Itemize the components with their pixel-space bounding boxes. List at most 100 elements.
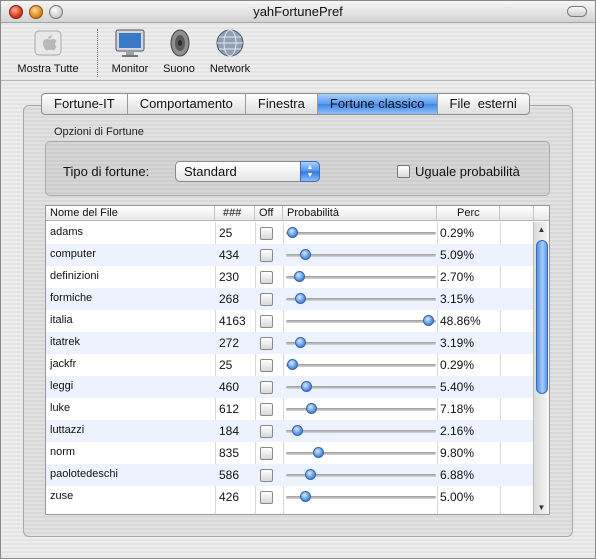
toolbar-show-all-button[interactable]: Mostra Tutte bbox=[9, 27, 87, 75]
probability-slider[interactable] bbox=[286, 358, 436, 372]
slider-knob[interactable] bbox=[294, 293, 306, 304]
file-count: 835 bbox=[219, 446, 240, 460]
table-row[interactable]: zuse 426 5.00% bbox=[46, 486, 534, 508]
off-checkbox[interactable] bbox=[260, 315, 273, 328]
table-row[interactable]: definizioni 230 2.70% bbox=[46, 266, 534, 288]
slider-knob[interactable] bbox=[286, 359, 298, 370]
table-row[interactable]: jackfr 25 0.29% bbox=[46, 354, 534, 376]
tab-fortune-classico[interactable]: Fortune classico bbox=[317, 94, 438, 114]
scroll-down-arrow-icon[interactable]: ▼ bbox=[534, 502, 549, 514]
off-checkbox[interactable] bbox=[260, 359, 273, 372]
slider-knob[interactable] bbox=[422, 315, 434, 326]
fortune-type-label: Tipo di fortune: bbox=[63, 164, 150, 179]
off-checkbox[interactable] bbox=[260, 447, 273, 460]
column-header-name[interactable]: Nome del File bbox=[46, 206, 215, 221]
off-checkbox[interactable] bbox=[260, 271, 273, 284]
probability-slider[interactable] bbox=[286, 336, 436, 350]
probability-slider[interactable] bbox=[286, 226, 436, 240]
off-checkbox[interactable] bbox=[260, 249, 273, 262]
checkbox-box[interactable] bbox=[397, 165, 410, 178]
off-checkbox[interactable] bbox=[260, 491, 273, 504]
toolbar-network-button[interactable]: Network bbox=[205, 27, 255, 75]
slider-knob[interactable] bbox=[286, 227, 298, 238]
file-percent: 3.15% bbox=[440, 292, 475, 306]
apple-icon bbox=[32, 27, 64, 59]
slider-knob[interactable] bbox=[313, 447, 325, 458]
file-name: definizioni bbox=[50, 270, 99, 282]
off-checkbox[interactable] bbox=[260, 337, 273, 350]
slider-knob[interactable] bbox=[300, 491, 311, 502]
vertical-scrollbar[interactable]: ▲ ▼ bbox=[533, 222, 549, 514]
tab-fortune-it[interactable]: Fortune-IT bbox=[42, 94, 128, 114]
slider-knob[interactable] bbox=[305, 469, 317, 480]
file-count: 586 bbox=[219, 468, 240, 482]
file-name: luke bbox=[50, 402, 71, 414]
off-checkbox[interactable] bbox=[260, 381, 273, 394]
probability-slider[interactable] bbox=[286, 248, 436, 262]
file-count: 460 bbox=[219, 380, 240, 394]
zoom-window-button[interactable] bbox=[49, 5, 63, 19]
slider-track bbox=[286, 452, 436, 455]
toolbar-toggle-button[interactable] bbox=[567, 6, 587, 17]
toolbar-sound-button[interactable]: Suono bbox=[157, 27, 201, 75]
minimize-window-button[interactable] bbox=[29, 5, 43, 19]
column-header-off[interactable]: Off bbox=[255, 206, 283, 221]
slider-track bbox=[286, 364, 436, 367]
slider-knob[interactable] bbox=[292, 425, 304, 436]
off-checkbox[interactable] bbox=[260, 227, 273, 240]
probability-slider[interactable] bbox=[286, 424, 436, 438]
column-header-probability[interactable]: Probabilità bbox=[283, 206, 437, 221]
tab-finestra[interactable]: Finestra bbox=[246, 94, 318, 114]
probability-slider[interactable] bbox=[286, 468, 436, 482]
toolbar-monitor-button[interactable]: Monitor bbox=[107, 27, 153, 75]
table-row[interactable]: itatrek 272 3.19% bbox=[46, 332, 534, 354]
probability-slider[interactable] bbox=[286, 292, 436, 306]
slider-knob[interactable] bbox=[306, 403, 318, 414]
scroll-up-arrow-icon[interactable]: ▲ bbox=[534, 224, 549, 236]
table-row[interactable]: adams 25 0.29% bbox=[46, 222, 534, 244]
equal-probability-checkbox[interactable]: Uguale probabilità bbox=[397, 164, 520, 179]
file-name: zuse bbox=[50, 490, 74, 502]
column-header-extra bbox=[500, 206, 534, 221]
table-row[interactable]: norm 835 9.80% bbox=[46, 442, 534, 464]
table-row[interactable]: leggi 460 5.40% bbox=[46, 376, 534, 398]
slider-knob[interactable] bbox=[294, 337, 306, 348]
slider-track bbox=[286, 232, 436, 235]
tab-comportamento[interactable]: Comportamento bbox=[128, 94, 246, 114]
probability-slider[interactable] bbox=[286, 380, 436, 394]
toolbar-label: Suono bbox=[163, 63, 195, 75]
scrollbar-thumb[interactable] bbox=[536, 240, 548, 394]
table-row[interactable]: luke 612 7.18% bbox=[46, 398, 534, 420]
off-checkbox[interactable] bbox=[260, 293, 273, 306]
close-window-button[interactable] bbox=[9, 5, 23, 19]
probability-slider[interactable] bbox=[286, 490, 436, 504]
preferences-window: yahFortunePref Mostra Tutte Monitor Suon… bbox=[0, 0, 596, 559]
toolbar-separator bbox=[97, 29, 98, 77]
table-row[interactable]: paolotedeschi 586 6.88% bbox=[46, 464, 534, 486]
probability-slider[interactable] bbox=[286, 270, 436, 284]
slider-knob[interactable] bbox=[301, 381, 313, 392]
off-checkbox[interactable] bbox=[260, 403, 273, 416]
table-row[interactable]: italia 4163 48.86% bbox=[46, 310, 534, 332]
table-row[interactable]: formiche 268 3.15% bbox=[46, 288, 534, 310]
fortune-type-select[interactable]: Standard ▲ ▼ bbox=[175, 161, 320, 182]
speaker-icon bbox=[163, 27, 195, 59]
file-count: 268 bbox=[219, 292, 240, 306]
probability-slider[interactable] bbox=[286, 402, 436, 416]
table-row[interactable]: luttazzi 184 2.16% bbox=[46, 420, 534, 442]
off-checkbox[interactable] bbox=[260, 469, 273, 482]
equal-probability-label: Uguale probabilità bbox=[415, 164, 520, 179]
off-checkbox[interactable] bbox=[260, 425, 273, 438]
tab-file-esterni[interactable]: File esterni bbox=[438, 94, 529, 114]
probability-slider[interactable] bbox=[286, 446, 436, 460]
table-row[interactable]: computer 434 5.09% bbox=[46, 244, 534, 266]
column-header-perc[interactable]: Perc bbox=[437, 206, 500, 221]
column-header-count[interactable]: ### bbox=[215, 206, 255, 221]
slider-track bbox=[286, 430, 436, 433]
title-bar: yahFortunePref bbox=[1, 1, 595, 23]
probability-slider[interactable] bbox=[286, 314, 436, 328]
file-percent: 0.29% bbox=[440, 226, 475, 240]
slider-knob[interactable] bbox=[293, 271, 305, 282]
slider-knob[interactable] bbox=[300, 249, 312, 260]
toolbar-label: Network bbox=[209, 63, 251, 75]
